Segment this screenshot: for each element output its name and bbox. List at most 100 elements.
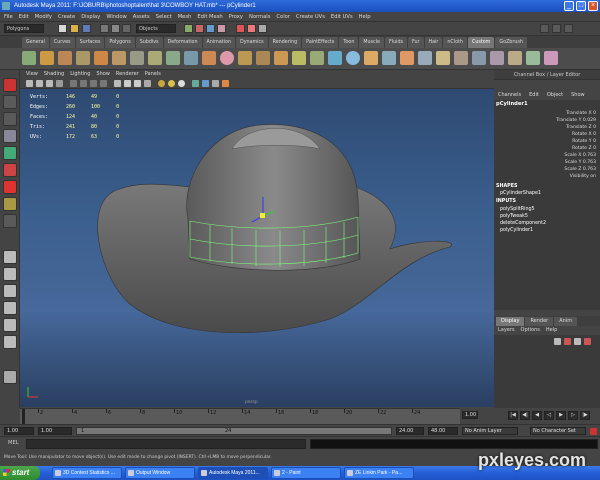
character-set-dropdown[interactable]: No Character Set (530, 427, 586, 435)
layer-menu-help[interactable]: Help (546, 326, 557, 335)
channel-translate-x[interactable]: Translate X 0 (566, 111, 596, 118)
shelf-tool-icon[interactable] (508, 51, 522, 65)
ipr-render-icon[interactable] (247, 24, 256, 33)
high-quality-icon[interactable] (222, 80, 229, 87)
lasso-tool-icon[interactable] (3, 95, 17, 109)
channel-rotate-x[interactable]: Rotate X 0 (572, 132, 596, 139)
select-hierarchy-icon[interactable] (100, 24, 109, 33)
menu-color[interactable]: Color (276, 12, 290, 21)
soft-mod-tool-icon[interactable] (3, 197, 17, 211)
shelf-tool-icon[interactable] (310, 51, 324, 65)
layer-up-icon[interactable] (574, 338, 581, 345)
channel-menu-show[interactable]: Show (571, 92, 585, 100)
shelf-tool-icon[interactable] (436, 51, 450, 65)
shelf-tool-icon[interactable] (166, 51, 180, 65)
shelf-tool-icon[interactable] (40, 51, 54, 65)
shelf-tab-fluids[interactable]: Fluids (384, 37, 407, 48)
shelf-tool-icon[interactable] (544, 51, 558, 65)
new-layer-icon[interactable] (554, 338, 561, 345)
layout-hypershade-icon[interactable] (3, 335, 17, 349)
shelf-tool-icon[interactable] (418, 51, 432, 65)
select-component-icon[interactable] (122, 24, 131, 33)
menu-file[interactable]: File (4, 12, 13, 21)
shelf-tab-surfaces[interactable]: Surfaces (75, 37, 105, 48)
menu-help[interactable]: Help (359, 12, 371, 21)
shelf-tool-icon[interactable] (58, 51, 72, 65)
manipulator-tool-icon[interactable] (3, 180, 17, 194)
viewport-persp[interactable]: Verts: 146 49 0 Edges: 260 100 0 Faces: … (20, 89, 494, 407)
menu-create[interactable]: Create (58, 12, 75, 21)
new-scene-icon[interactable] (58, 24, 67, 33)
go-to-start-icon[interactable]: |◀ (508, 411, 518, 420)
render-frame-icon[interactable] (236, 24, 245, 33)
menu-proxy[interactable]: Proxy (229, 12, 243, 21)
shelf-tool-icon[interactable] (472, 51, 486, 65)
shelf-tool-icon[interactable] (202, 51, 216, 65)
step-forward-key-icon[interactable]: |▶ (580, 411, 590, 420)
shelf-tool-icon[interactable] (382, 51, 396, 65)
shelf-tool-icon[interactable] (454, 51, 468, 65)
start-button[interactable]: start (0, 466, 40, 480)
layout-single-icon[interactable] (3, 250, 17, 264)
shelf-tab-gozbrush[interactable]: GoZbrush (495, 37, 527, 48)
channel-scale-x[interactable]: Scale X 0.763 (564, 153, 596, 160)
shelf-tool-icon[interactable] (526, 51, 540, 65)
shelf-tab-fur[interactable]: Fur (408, 37, 424, 48)
channel-scale-z[interactable]: Scale Z 0.763 (564, 167, 596, 174)
snap-surface-icon[interactable] (217, 24, 226, 33)
auto-key-icon[interactable] (590, 428, 597, 435)
shelf-tool-icon[interactable] (328, 51, 342, 65)
anim-layer-dropdown[interactable]: No Anim Layer (462, 427, 518, 435)
new-layer-selected-icon[interactable] (564, 338, 571, 345)
grid-icon[interactable] (70, 80, 77, 87)
shelf-tab-ncloth[interactable]: nCloth (443, 37, 467, 48)
viewport-menu-panels[interactable]: Panels (145, 70, 161, 79)
menu-edit[interactable]: Edit (19, 12, 29, 21)
step-forward-frame-icon[interactable]: ▷ (568, 411, 578, 420)
shelf-tab-general[interactable]: General (22, 37, 49, 48)
taskbar-item[interactable]: 3D Contest Statistics ... (52, 467, 122, 479)
film-gate-icon[interactable] (80, 80, 87, 87)
current-frame-field[interactable]: 1.00 (462, 411, 478, 419)
viewport-menu-lighting[interactable]: Lighting (70, 70, 90, 79)
smooth-shade-icon[interactable] (124, 80, 131, 87)
shelf-tab-polygons[interactable]: Polygons (105, 37, 135, 48)
menu-select[interactable]: Select (156, 12, 172, 21)
shelf-tab-deformation[interactable]: Deformation (163, 37, 202, 48)
input-node[interactable]: deleteComponent2 (500, 221, 546, 226)
gate-mask-icon[interactable] (100, 80, 107, 87)
shelf-tool-icon[interactable] (112, 51, 126, 65)
animation-start-field[interactable]: 1.00 (4, 427, 34, 435)
shelf-tab-painteffects[interactable]: PaintEffects (302, 37, 339, 48)
taskbar-item[interactable]: Autodesk Maya 2011... (198, 467, 268, 479)
current-time-marker[interactable] (22, 409, 25, 424)
resolution-gate-icon[interactable] (90, 80, 97, 87)
toggle-attribute-editor-icon[interactable] (540, 24, 549, 33)
paint-select-tool-icon[interactable] (3, 112, 17, 126)
shelf-tab-rendering[interactable]: Rendering (268, 37, 302, 48)
menu-edit-uvs[interactable]: Edit UVs (331, 12, 353, 21)
hat-model[interactable] (20, 89, 494, 407)
shelf-tool-icon[interactable] (238, 51, 252, 65)
scale-tool-icon[interactable] (3, 163, 17, 177)
menu-window[interactable]: Window (106, 12, 126, 21)
snap-curve-icon[interactable] (195, 24, 204, 33)
taskbar-item[interactable]: 2 - Paint (271, 467, 341, 479)
mel-label[interactable]: MEL (8, 440, 19, 446)
camera-attributes-icon[interactable] (36, 80, 43, 87)
minimize-button[interactable]: _ (564, 1, 574, 11)
selection-mask-dropdown[interactable]: Objects (136, 24, 176, 33)
select-object-icon[interactable] (111, 24, 120, 33)
camera-select-icon[interactable] (26, 80, 33, 87)
menu-assets[interactable]: Assets (133, 12, 150, 21)
viewport-menu-shading[interactable]: Shading (44, 70, 64, 79)
shadows-icon[interactable] (178, 80, 185, 87)
shelf-tool-icon[interactable] (76, 51, 90, 65)
open-scene-icon[interactable] (70, 24, 79, 33)
shelf-tab-toon[interactable]: Toon (339, 37, 359, 48)
layer-tab-anim[interactable]: Anim (554, 317, 578, 326)
channel-rotate-y[interactable]: Rotate Y 0 (572, 139, 596, 146)
animation-end-field[interactable]: 48.00 (428, 427, 458, 435)
shelf-tab-muscle[interactable]: Muscle (359, 37, 384, 48)
maximize-button[interactable]: □ (576, 1, 586, 11)
